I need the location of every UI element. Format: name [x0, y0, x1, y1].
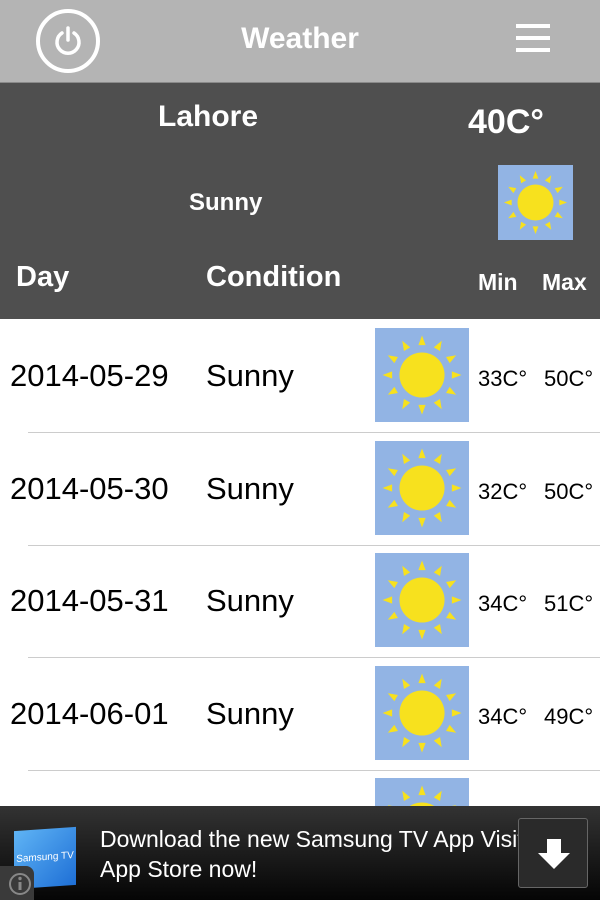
row-condition: Sunny [206, 470, 294, 506]
column-header-day: Day [16, 261, 70, 293]
row-min-temp: 34C° [478, 703, 528, 729]
row-date: 2014-05-30 [10, 470, 169, 506]
row-min-temp: 34C° [478, 591, 528, 616]
current-temperature: 40C° [468, 103, 544, 141]
download-button[interactable] [518, 818, 588, 888]
info-button[interactable] [0, 866, 34, 900]
row-max-temp: 50C° [544, 478, 594, 504]
current-condition: Sunny [189, 189, 263, 216]
page-title: Weather [241, 22, 359, 55]
sun-icon [498, 165, 573, 240]
row-date: 2014-06-01 [10, 695, 169, 731]
table-row[interactable]: 2014-05-29 Sunny 33C° 50C° [0, 320, 600, 433]
app-header: Weather [0, 0, 600, 83]
table-row[interactable]: 2014-06-01 Sunny 34C° 49C° [0, 658, 600, 771]
row-condition: Sunny [206, 583, 294, 618]
download-arrow-icon [538, 839, 570, 869]
sun-icon [375, 553, 469, 647]
row-condition: Sunny [206, 358, 294, 393]
row-max-temp: 50C° [544, 366, 594, 391]
row-max-temp: 51C° [544, 591, 594, 616]
info-icon [9, 873, 31, 895]
ad-banner[interactable]: Samsung TV Download the new Samsung TV A… [0, 806, 600, 900]
table-row[interactable]: 2014-05-30 Sunny 32C° 50C° [0, 433, 600, 546]
city-name: Lahore [158, 100, 259, 133]
column-header-condition: Condition [206, 261, 342, 293]
sun-icon [375, 328, 469, 422]
row-max-temp: 49C° [544, 703, 594, 729]
table-row[interactable]: 2014-05-31 Sunny 34C° 51C° [0, 545, 600, 658]
sun-icon [375, 665, 469, 760]
row-date: 2014-05-31 [10, 583, 169, 618]
row-date: 2014-05-29 [10, 358, 169, 393]
row-min-temp: 32C° [478, 478, 528, 504]
column-header-max: Max [542, 269, 587, 295]
current-weather-panel: Lahore 40C° Sunny Day Condition Min Max [0, 83, 600, 319]
row-min-temp: 33C° [478, 366, 528, 391]
sun-icon [375, 440, 469, 535]
hamburger-menu-icon[interactable] [516, 24, 550, 60]
column-header-min: Min [478, 269, 518, 295]
row-condition: Sunny [206, 695, 294, 731]
